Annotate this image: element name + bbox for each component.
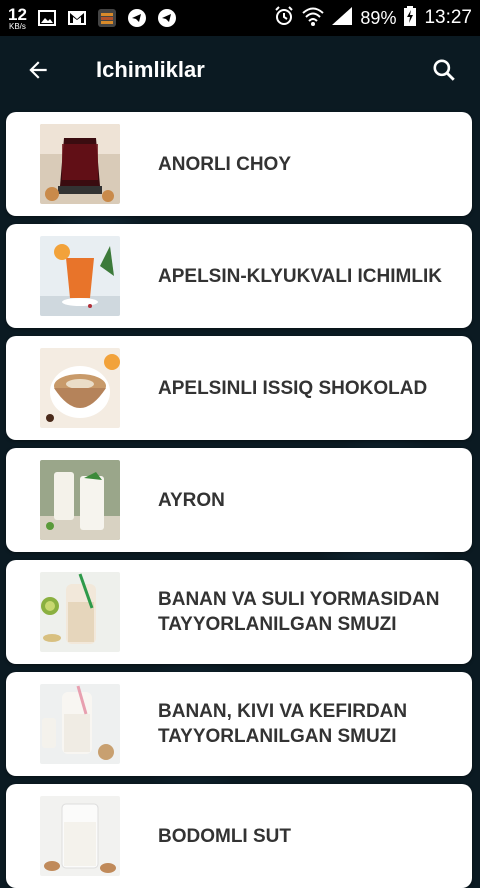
- search-button[interactable]: [414, 36, 474, 104]
- drink-thumbnail: [40, 460, 120, 540]
- battery-icon: [404, 5, 417, 31]
- item-title: ANORLI CHOY: [158, 153, 291, 175]
- signal-icon: [332, 6, 353, 30]
- app-notification-icon: [97, 9, 117, 27]
- item-title: BANAN VA SULI YORMASIDAN TAYYORLANILGAN …: [158, 589, 440, 635]
- telegram-icon: [127, 9, 147, 27]
- item-title: APELSIN-KLYUKVALI ICHIMLIK: [158, 265, 442, 287]
- gmail-icon: [67, 9, 87, 27]
- list-item[interactable]: BANAN, KIVI VA KEFIRDAN TAYYORLANILGAN S…: [6, 672, 472, 776]
- search-icon: [433, 59, 455, 81]
- page-title: Ichimliklar: [96, 57, 205, 82]
- list-item[interactable]: BANAN VA SULI YORMASIDAN TAYYORLANILGAN …: [6, 560, 472, 664]
- back-button[interactable]: [8, 36, 68, 104]
- speed-value: 12: [8, 4, 27, 24]
- status-bar: 12 KB/s 89% 13:27: [0, 0, 480, 36]
- network-speed: 12 KB/s: [8, 6, 27, 31]
- wifi-icon: [302, 6, 325, 31]
- item-title: BANAN, KIVI VA KEFIRDAN TAYYORLANILGAN S…: [158, 701, 408, 747]
- list-item[interactable]: ANORLI CHOY: [6, 112, 472, 216]
- drink-thumbnail: [40, 348, 120, 428]
- drink-thumbnail: [40, 236, 120, 316]
- battery-percent: 89%: [360, 7, 397, 28]
- item-title: AYRON: [158, 489, 225, 511]
- list-item[interactable]: BODOMLI SUT: [6, 784, 472, 888]
- app-bar: Ichimliklar: [0, 36, 480, 104]
- telegram-icon-2: [157, 9, 177, 27]
- item-title: BODOMLI SUT: [158, 825, 291, 847]
- drink-thumbnail: [40, 124, 120, 204]
- drink-thumbnail: [40, 572, 120, 652]
- list-item[interactable]: APELSIN-KLYUKVALI ICHIMLIK: [6, 224, 472, 328]
- drink-thumbnail: [40, 796, 120, 876]
- gallery-icon: [37, 9, 57, 27]
- clock-time: 13:27: [424, 7, 472, 28]
- arrow-back-icon: [29, 61, 47, 79]
- list-item[interactable]: AYRON: [6, 448, 472, 552]
- drink-thumbnail: [40, 684, 120, 764]
- alarm-icon: [274, 5, 294, 31]
- item-title: APELSINLI ISSIQ SHOKOLAD: [158, 377, 428, 399]
- speed-unit: KB/s: [9, 21, 26, 31]
- list-item[interactable]: APELSINLI ISSIQ SHOKOLAD: [6, 336, 472, 440]
